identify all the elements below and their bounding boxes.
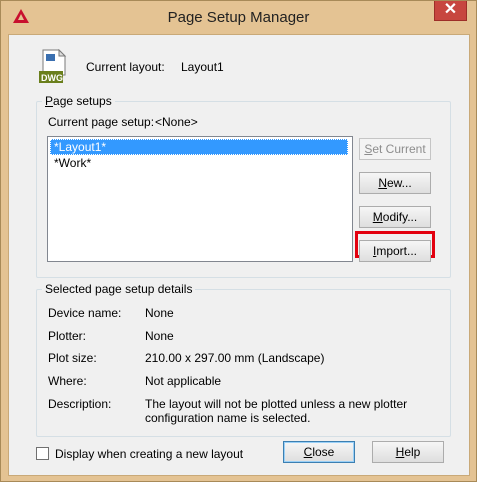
current-layout-label: Current layout: [86,60,165,74]
where-label: Where: [48,374,87,388]
current-page-setup-label: Current page setup: [48,115,155,129]
list-item-layout1[interactable]: *Layout1* [50,139,348,155]
plot-size-label: Plot size: [48,351,97,365]
help-button[interactable]: Help [372,441,444,463]
import-button[interactable]: Import... [359,240,431,262]
plot-size-value: 210.00 x 297.00 mm (Landscape) [145,351,325,365]
page-setup-manager-window: Page Setup Manager ✕ DWG Current layout:… [0,0,477,482]
plotter-value: None [145,329,174,343]
title-bar[interactable]: Page Setup Manager ✕ [1,1,476,34]
current-layout-value: Layout1 [181,60,224,74]
device-name-label: Device name: [48,306,122,320]
close-button[interactable]: Close [283,441,355,463]
list-item-work[interactable]: *Work* [50,155,348,171]
page-setups-group: Page setups Current page setup: <None> *… [36,94,451,278]
display-on-new-layout-checkbox[interactable] [36,447,49,460]
description-label: Description: [48,397,112,411]
dialog-body: DWG Current layout: Layout1 Page setups … [8,34,470,476]
description-value: The layout will not be plotted unless a … [145,397,408,425]
where-value: Not applicable [145,374,222,388]
plotter-label: Plotter: [48,329,87,343]
dwg-badge-text: DWG [41,73,63,83]
device-name-value: None [145,306,174,320]
details-legend: Selected page setup details [42,282,196,297]
window-title: Page Setup Manager [167,9,310,26]
current-page-setup-value: <None> [155,115,198,129]
modify-button[interactable]: Modify... [359,206,431,228]
close-icon: ✕ [443,1,458,18]
display-on-new-layout-label[interactable]: Display when creating a new layout [55,447,243,461]
set-current-button[interactable]: Set Current [359,138,431,160]
window-close-button[interactable]: ✕ [434,1,467,21]
page-setups-list[interactable]: *Layout1* *Work* [47,136,353,262]
page-setup-details-group: Selected page setup details Device name:… [36,282,451,437]
page-setups-legend: Page setups [42,94,115,109]
new-button[interactable]: New... [359,172,431,194]
dwg-file-icon: DWG [39,49,67,83]
